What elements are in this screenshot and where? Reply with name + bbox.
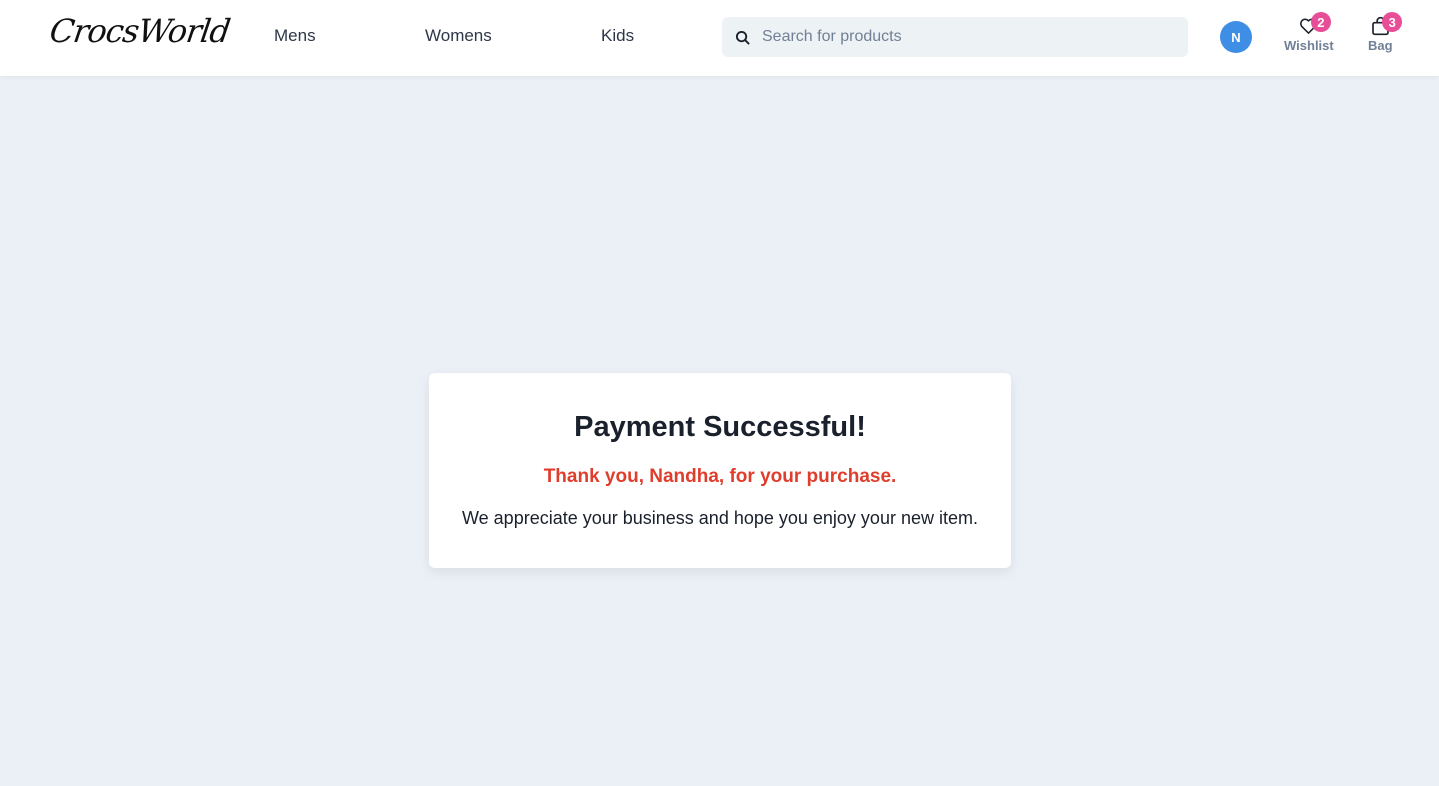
bag-icon: 3	[1370, 12, 1403, 36]
wishlist-button[interactable]: 2 Wishlist	[1284, 12, 1334, 53]
success-title: Payment Successful!	[574, 411, 866, 443]
search-input[interactable]	[762, 17, 1162, 57]
wishlist-count-badge: 2	[1310, 12, 1331, 32]
search-bar	[722, 17, 1188, 57]
bag-count-badge: 3	[1382, 12, 1403, 32]
nav-link-womens[interactable]: Womens	[425, 26, 492, 46]
bag-label: Bag	[1368, 38, 1393, 53]
brand-logo[interactable]: CrocsWorld	[47, 12, 232, 50]
bag-button[interactable]: 3 Bag	[1368, 12, 1403, 53]
user-avatar[interactable]: N	[1220, 21, 1252, 53]
heart-icon: 2	[1299, 12, 1331, 36]
top-navbar: CrocsWorld Mens Womens Kids N 2 Wishlist	[0, 0, 1439, 76]
wishlist-label: Wishlist	[1284, 38, 1334, 53]
appreciation-message: We appreciate your business and hope you…	[462, 508, 978, 528]
payment-success-card: Payment Successful! Thank you, Nandha, f…	[429, 373, 1011, 568]
nav-link-mens[interactable]: Mens	[274, 26, 316, 46]
nav-link-kids[interactable]: Kids	[601, 26, 634, 46]
search-icon	[722, 30, 762, 45]
thank-you-message: Thank you, Nandha, for your purchase.	[543, 466, 897, 487]
